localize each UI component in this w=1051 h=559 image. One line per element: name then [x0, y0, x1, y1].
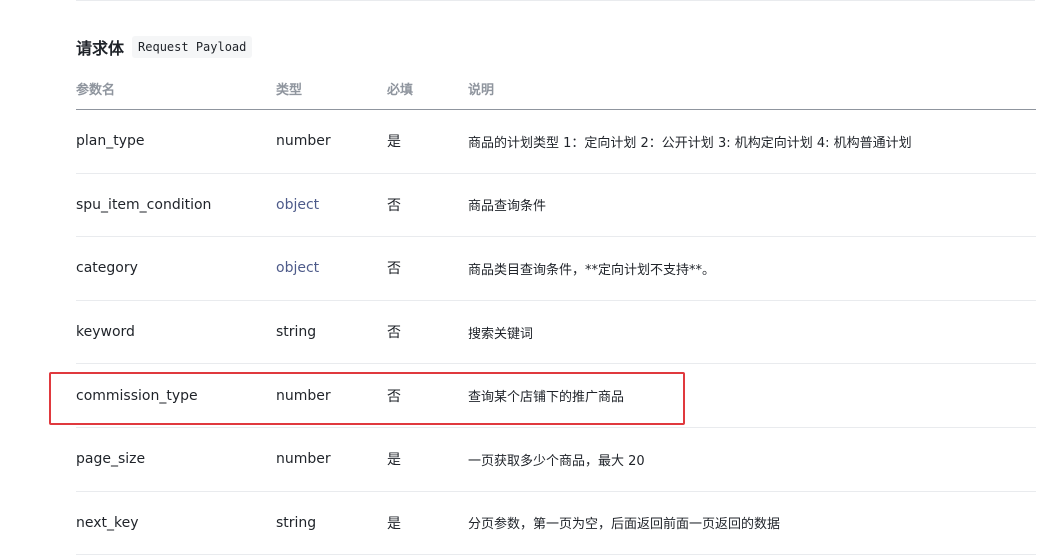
- section-title: 请求体: [76, 39, 125, 58]
- table-header: 参数名 类型 必填 说明: [76, 68, 1036, 110]
- param-name: category: [76, 260, 138, 277]
- header-name: 参数名: [76, 83, 116, 98]
- param-description: 查询某个店铺下的推广商品: [468, 390, 625, 406]
- param-required: 否: [387, 325, 401, 342]
- param-type-link[interactable]: object: [276, 197, 387, 213]
- param-description: 一页获取多少个商品，最大 20: [468, 453, 645, 469]
- param-name: commission_type: [76, 387, 198, 404]
- table-row: keyword string 否 搜索关键词: [76, 301, 1036, 365]
- table-row: next_key string 是 分页参数，第一页为空，后面返回前面一页返回的…: [76, 492, 1036, 556]
- param-name: keyword: [76, 324, 135, 341]
- table-row: plan_type number 是 商品的计划类型 1：定向计划 2：公开计划…: [76, 110, 1036, 174]
- table-row: page_size number 是 一页获取多少个商品，最大 20: [76, 428, 1036, 492]
- param-name: next_key: [76, 514, 139, 531]
- param-description: 商品类目查询条件，**定向计划不支持**。: [468, 262, 716, 278]
- param-type: number: [276, 133, 331, 150]
- param-type: string: [276, 514, 317, 531]
- param-type: number: [276, 387, 331, 404]
- params-table: 参数名 类型 必填 说明 plan_type number 是 商品的计划类型 …: [76, 68, 1036, 556]
- param-required: 是: [387, 134, 401, 151]
- param-description: 商品查询条件: [468, 199, 547, 215]
- param-name: spu_item_condition: [76, 196, 212, 213]
- header-required: 必填: [387, 83, 414, 98]
- param-name: plan_type: [76, 133, 145, 150]
- param-description: 分页参数，第一页为空，后面返回前面一页返回的数据: [468, 517, 781, 533]
- api-doc-page: 请求体 Request Payload 参数名 类型 必填 说明 plan_ty…: [0, 0, 1051, 559]
- param-type: number: [276, 451, 331, 468]
- param-description: 搜索关键词: [468, 326, 534, 342]
- table-row-highlighted: commission_type number 否 查询某个店铺下的推广商品: [76, 364, 1036, 428]
- param-required: 否: [387, 388, 401, 405]
- table-row: spu_item_condition object 否 商品查询条件: [76, 174, 1036, 238]
- section-heading: 请求体 Request Payload: [76, 34, 253, 60]
- param-required: 否: [387, 197, 401, 214]
- param-type: string: [276, 324, 317, 341]
- param-type-link[interactable]: object: [276, 260, 387, 276]
- param-required: 是: [387, 452, 401, 469]
- table-row: category object 否 商品类目查询条件，**定向计划不支持**。: [76, 237, 1036, 301]
- param-description: 商品的计划类型 1：定向计划 2：公开计划 3: 机构定向计划 4: 机构普通计…: [468, 135, 912, 151]
- header-type: 类型: [276, 83, 303, 98]
- header-description: 说明: [468, 83, 495, 98]
- param-name: page_size: [76, 451, 146, 468]
- param-required: 是: [387, 515, 401, 532]
- top-divider: [76, 0, 1035, 1]
- request-payload-badge: Request Payload: [132, 36, 253, 58]
- param-required: 否: [387, 261, 401, 278]
